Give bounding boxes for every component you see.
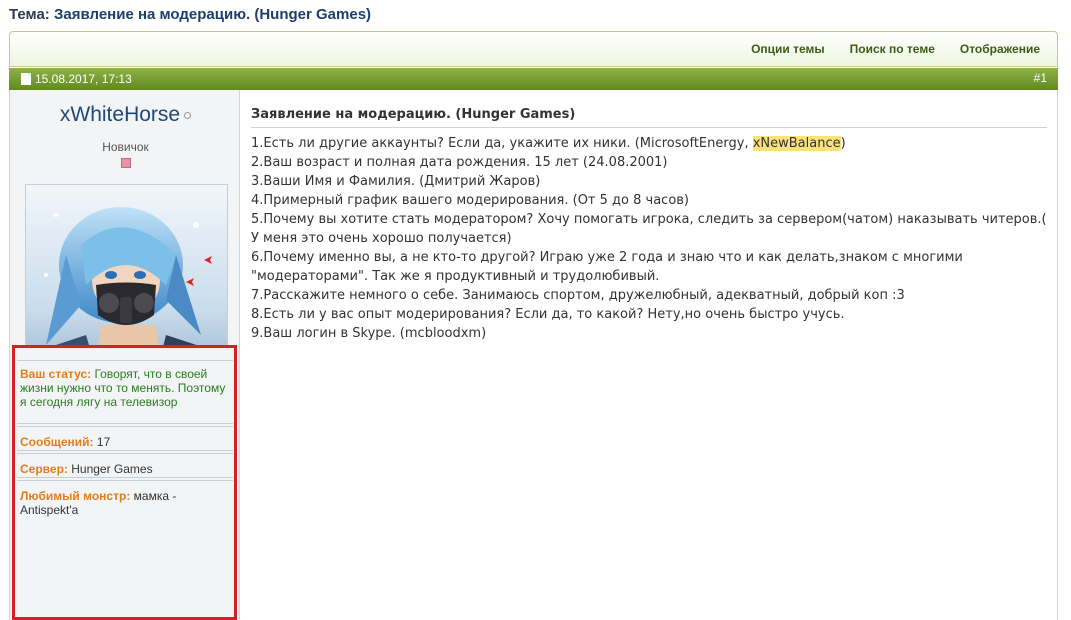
stats-divider [17, 360, 233, 361]
post-line-end: ) [840, 136, 846, 151]
status-label: Ваш статус: [20, 367, 92, 381]
post-line: 9.Ваш логин в Skype. (mcbloodxm) [251, 326, 487, 341]
post-date: 15.08.2017, 17:13 [21, 72, 132, 86]
monster-label: Любимый монстр: [20, 489, 131, 503]
document-icon [21, 73, 31, 85]
post-number-link[interactable]: #1 [1034, 71, 1047, 85]
post-title: Заявление на модерацию. (Hunger Games) [251, 107, 576, 122]
stats-divider [17, 450, 233, 451]
posts-label: Сообщений: [20, 435, 94, 449]
highlighted-nickname: xNewBalance [752, 136, 841, 151]
title-divider [251, 127, 1047, 128]
user-server: Сервер: Hunger Games [20, 462, 230, 476]
thread-toolbar: Опции темы Поиск по теме Отображение [9, 31, 1058, 67]
server-value: Hunger Games [71, 462, 153, 476]
stats-divider [17, 480, 233, 481]
username-text: xWhiteHorse [59, 103, 181, 126]
topic-name: Заявление на модерацию. (Hunger Games) [53, 6, 372, 23]
offline-status-icon [184, 111, 192, 119]
user-stats-box: Ваш статус: Говорят, что в своей жизни н… [12, 345, 237, 620]
post-header: 15.08.2017, 17:13 #1 [9, 68, 1058, 90]
stats-divider [17, 423, 233, 424]
post-line: 6.Почему именно вы, а не кто-то другой? … [251, 250, 963, 284]
stats-divider [17, 453, 233, 454]
display-mode-link[interactable]: Отображение [960, 42, 1040, 56]
post-line: 4.Примерный график вашего модерирования.… [251, 193, 690, 208]
user-status: Ваш статус: Говорят, что в своей жизни н… [20, 367, 230, 409]
reputation-icon [121, 158, 131, 168]
topic-label: Тема: [9, 6, 50, 23]
user-posts: Сообщений: 17 [20, 435, 230, 449]
post-date-text: 15.08.2017, 17:13 [35, 72, 132, 86]
stats-divider [17, 426, 233, 427]
post-line: 8.Есть ли у вас опыт модерирования? Если… [251, 307, 845, 322]
post-content: Заявление на модерацию. (Hunger Games) 1… [240, 90, 1058, 620]
post-body: 1.Есть ли другие аккаунты? Если да, укаж… [251, 134, 1051, 343]
post-line: 7.Расскажите немного о себе. Занимаюсь с… [251, 288, 905, 303]
stats-divider [17, 477, 233, 478]
username-link[interactable]: xWhiteHorse [10, 103, 241, 127]
post-line: 1.Есть ли другие аккаунты? Если да, укаж… [251, 134, 1051, 153]
post-line: 5.Почему вы хотите стать модератором? Хо… [251, 212, 1047, 246]
search-thread-link[interactable]: Поиск по теме [850, 42, 935, 56]
post-line: 3.Ваши Имя и Фамилия. (Дмитрий Жаров) [251, 174, 541, 189]
user-title: Новичок [102, 140, 149, 154]
post-line-text: 1.Есть ли другие аккаунты? Если да, укаж… [251, 136, 753, 151]
posts-value: 17 [96, 435, 111, 449]
thread-options-link[interactable]: Опции темы [751, 42, 825, 56]
server-label: Сервер: [20, 462, 68, 476]
user-favorite-monster: Любимый монстр: мамка - Antispekt'a [20, 489, 230, 517]
post-line: 2.Ваш возраст и полная дата рождения. 15… [251, 155, 668, 170]
page-title: Тема: Заявление на модерацию. (Hunger Ga… [9, 6, 371, 23]
